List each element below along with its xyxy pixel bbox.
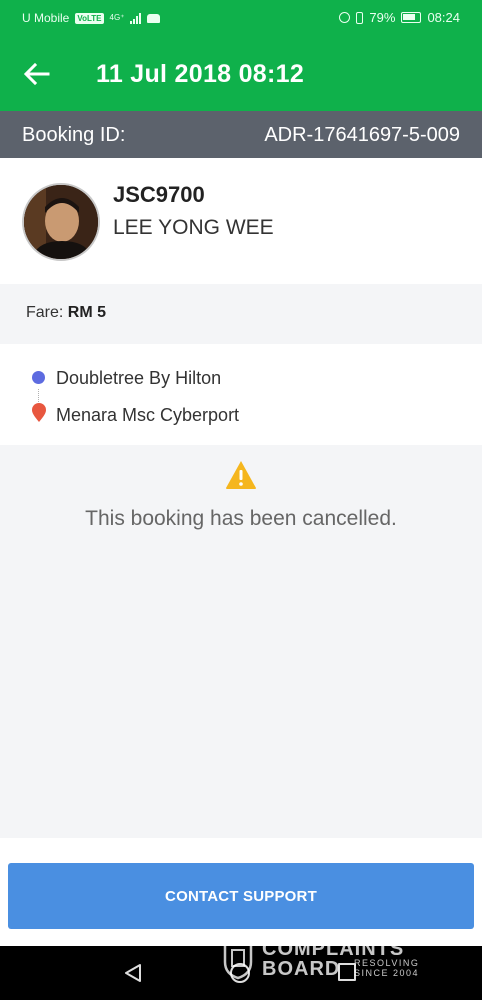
booking-id-label: Booking ID: xyxy=(22,124,126,146)
vibrate-icon xyxy=(356,11,364,24)
nav-back-icon[interactable] xyxy=(122,962,144,984)
booking-id-value: ADR-17641697-5-009 xyxy=(264,124,460,146)
vehicle-plate: JSC9700 xyxy=(113,182,205,207)
network-type: 4G⁺ xyxy=(109,13,125,22)
map-pin-icon xyxy=(32,403,46,422)
watermark-line2: BOARD xyxy=(262,958,341,980)
driver-name: LEE YONG WEE xyxy=(113,216,274,239)
cancellation-message: This booking has been cancelled. xyxy=(85,507,397,530)
back-button[interactable] xyxy=(22,59,52,89)
fare-text: Fare: RM 5 xyxy=(26,304,106,322)
cancellation-panel: This booking has been cancelled. xyxy=(0,445,482,838)
route-card: Doubletree By Hilton Menara Msc Cyberpor… xyxy=(0,344,482,445)
status-right: 79% 08:24 xyxy=(339,10,460,25)
clock: 08:24 xyxy=(427,10,460,25)
carrier-label: U Mobile xyxy=(22,11,70,25)
booking-id-bar: Booking ID: ADR-17641697-5-009 xyxy=(0,111,482,158)
car-icon xyxy=(147,13,161,23)
driver-card: JSC9700 LEE YONG WEE xyxy=(0,158,482,284)
page-title: 11 Jul 2018 08:12 xyxy=(96,60,305,88)
watermark-tagline: RESOLVING SINCE 2004 xyxy=(354,958,419,978)
fare-value: RM 5 xyxy=(67,304,107,321)
arrow-left-icon xyxy=(23,62,50,86)
alarm-icon xyxy=(339,12,351,23)
fare-label: Fare: xyxy=(26,304,64,321)
driver-photo xyxy=(24,185,98,259)
shield-icon xyxy=(223,941,253,980)
status-bar: U Mobile VoLTE 4G⁺ 79% 08:24 xyxy=(0,0,482,36)
driver-avatar xyxy=(22,183,100,261)
fare-row: Fare: RM 5 xyxy=(0,284,482,344)
pickup-dot-icon xyxy=(32,371,45,384)
dropoff-location: Menara Msc Cyberport xyxy=(56,405,240,425)
volte-badge: VoLTE xyxy=(75,12,104,24)
app-bar: 11 Jul 2018 08:12 xyxy=(0,36,482,111)
pickup-location: Doubletree By Hilton xyxy=(56,368,222,388)
watermark: COMPLAINTS BOARD RESOLVING SINCE 2004 xyxy=(222,936,442,986)
route-connector xyxy=(38,389,39,402)
signal-icon xyxy=(130,12,142,24)
watermark-side1: RESOLVING xyxy=(354,958,420,968)
battery-percent: 79% xyxy=(369,10,396,25)
contact-support-button[interactable]: CONTACT SUPPORT xyxy=(8,863,474,929)
battery-icon xyxy=(401,12,422,23)
status-left: U Mobile VoLTE 4G⁺ xyxy=(22,11,161,25)
watermark-side2: SINCE 2004 xyxy=(354,968,420,978)
warning-icon xyxy=(226,461,256,489)
